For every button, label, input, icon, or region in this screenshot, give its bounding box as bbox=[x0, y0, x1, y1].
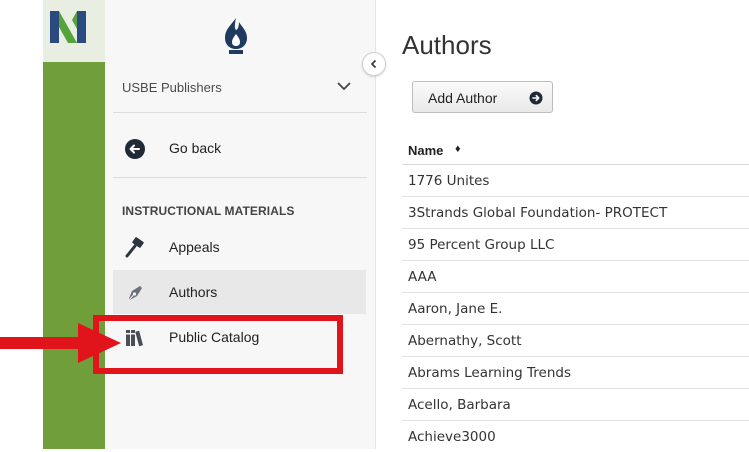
sort-icon[interactable]: ♦ bbox=[455, 143, 461, 155]
table-row[interactable]: 1776 Unites bbox=[402, 165, 749, 197]
table-row[interactable]: 95 Percent Group LLC bbox=[402, 229, 749, 261]
organization-selector-label[interactable]: USBE Publishers bbox=[122, 80, 222, 95]
author-name: Abrams Learning Trends bbox=[408, 365, 571, 381]
arrow-left-circle-icon bbox=[125, 139, 145, 159]
author-name: Abernathy, Scott bbox=[408, 333, 522, 349]
add-author-label: Add Author bbox=[428, 90, 498, 106]
collapse-sidebar-button[interactable] bbox=[362, 52, 386, 76]
section-heading: INSTRUCTIONAL MATERIALS bbox=[122, 204, 295, 218]
arrow-right-circle-icon bbox=[529, 91, 543, 105]
pen-nib-icon bbox=[127, 286, 142, 302]
authors-table: Name ♦ 1776 Unites 3Strands Global Found… bbox=[402, 130, 749, 452]
go-back-label: Go back bbox=[169, 140, 222, 156]
gavel-icon bbox=[125, 237, 144, 258]
annotation-arrow-icon bbox=[0, 323, 121, 363]
table-header-name[interactable]: Name ♦ bbox=[402, 130, 749, 165]
author-name: 95 Percent Group LLC bbox=[408, 237, 555, 253]
sidebar-item-appeals[interactable]: Appeals bbox=[113, 225, 366, 269]
go-back-link[interactable]: Go back bbox=[113, 126, 366, 170]
table-row[interactable]: Abrams Learning Trends bbox=[402, 357, 749, 389]
table-row[interactable]: Aaron, Jane E. bbox=[402, 293, 749, 325]
author-name: AAA bbox=[408, 269, 437, 285]
table-row[interactable]: Achieve3000 bbox=[402, 421, 749, 452]
add-author-button[interactable]: Add Author bbox=[412, 81, 553, 113]
table-row[interactable]: Acello, Barbara bbox=[402, 389, 749, 421]
divider bbox=[113, 177, 367, 178]
author-name: Acello, Barbara bbox=[408, 397, 511, 413]
column-header-label: Name bbox=[408, 143, 444, 158]
chevron-left-icon bbox=[370, 59, 377, 69]
author-name: 1776 Unites bbox=[408, 173, 490, 189]
divider bbox=[113, 112, 367, 113]
sidebar-item-label: Appeals bbox=[169, 239, 220, 255]
sidebar-item-authors[interactable]: Authors bbox=[113, 270, 366, 314]
table-row[interactable]: 3Strands Global Foundation- PROTECT bbox=[402, 197, 749, 229]
sidebar-item-label: Authors bbox=[169, 284, 218, 300]
table-row[interactable]: Abernathy, Scott bbox=[402, 325, 749, 357]
page-title: Authors bbox=[402, 30, 492, 60]
table-row[interactable]: AAA bbox=[402, 261, 749, 293]
chevron-down-icon[interactable] bbox=[336, 80, 352, 92]
author-name: Achieve3000 bbox=[408, 429, 496, 445]
annotation-highlight-box bbox=[93, 315, 343, 374]
sidebar: USBE Publishers Go back INSTRUCTIONAL MA… bbox=[105, 0, 376, 449]
app-logo-icon bbox=[50, 11, 86, 43]
author-name: Aaron, Jane E. bbox=[408, 301, 503, 317]
author-name: 3Strands Global Foundation- PROTECT bbox=[408, 205, 668, 221]
app-logo[interactable] bbox=[43, 0, 105, 62]
app-rail bbox=[43, 0, 105, 449]
torch-logo-icon bbox=[225, 18, 247, 54]
